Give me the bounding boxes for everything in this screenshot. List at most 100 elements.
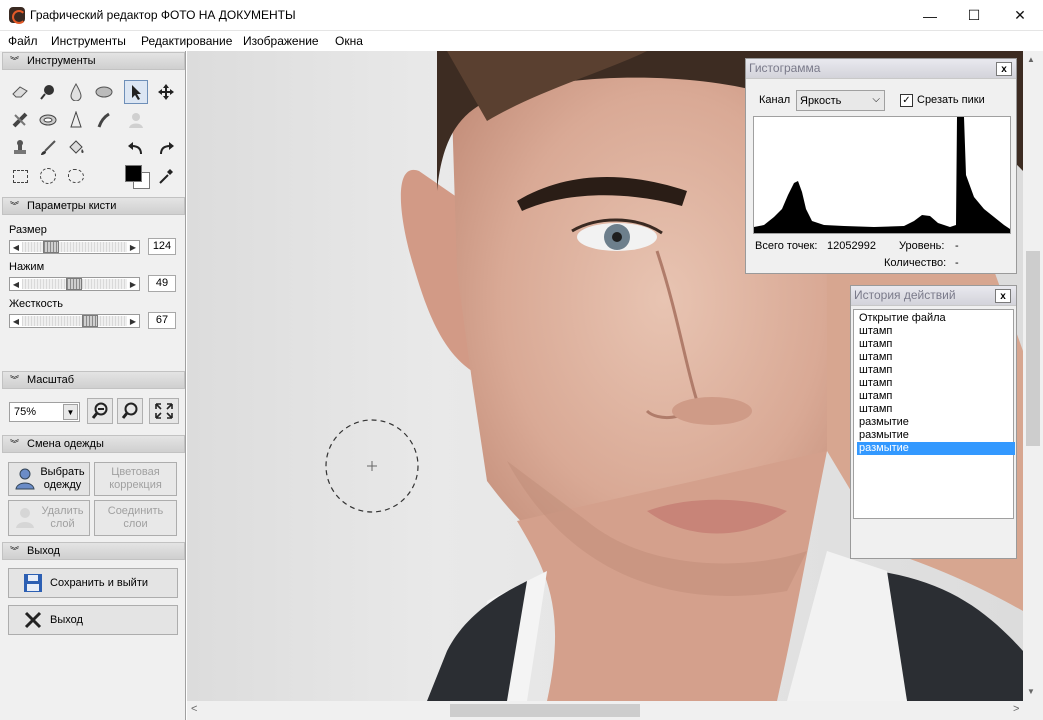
eraser-tool[interactable] — [8, 80, 32, 104]
zoom-out-icon — [91, 402, 108, 419]
scroll-up-icon[interactable]: ▲ — [1027, 55, 1035, 64]
menu-windows[interactable]: Окна — [335, 34, 363, 48]
rect-select-tool[interactable] — [8, 164, 32, 188]
healing-tool[interactable] — [8, 108, 32, 132]
smudge-tool[interactable] — [92, 108, 116, 132]
size-value[interactable]: 124 — [148, 238, 176, 255]
minimize-button[interactable]: — — [907, 0, 953, 31]
blur-tool[interactable] — [64, 80, 88, 104]
slider-left-arrow-icon[interactable]: ◀ — [10, 315, 22, 327]
delete-layer-button[interactable]: Удалить слой — [8, 500, 90, 536]
foreground-color-swatch[interactable] — [125, 165, 142, 182]
color-correction-label: Цветовая коррекция — [109, 466, 162, 491]
merge-layers-button[interactable]: Соединить слои — [94, 500, 177, 536]
redo-button[interactable] — [154, 136, 178, 160]
section-zoom-header[interactable]: ︾ Масштаб — [2, 371, 185, 389]
bandage-icon — [12, 112, 28, 128]
clip-peaks-checkbox[interactable]: ✓ — [900, 94, 913, 107]
title-bar: Графический редактор ФОТО НА ДОКУМЕНТЫ —… — [0, 0, 1043, 31]
maximize-button[interactable]: ☐ — [951, 0, 997, 31]
histogram-chart[interactable] — [753, 116, 1011, 234]
history-item[interactable]: штамп — [859, 364, 892, 377]
menu-edit[interactable]: Редактирование — [141, 34, 232, 48]
history-item[interactable]: размытие — [859, 429, 909, 442]
close-button[interactable]: ✕ — [997, 0, 1043, 31]
slider-right-arrow-icon[interactable]: ▶ — [127, 315, 139, 327]
hardness-slider[interactable]: ◀ ▶ — [9, 314, 140, 328]
history-item[interactable]: размытие — [859, 416, 909, 429]
size-slider[interactable]: ◀ ▶ — [9, 240, 140, 254]
lasso-tool[interactable] — [64, 164, 88, 188]
patch-tool[interactable] — [36, 108, 60, 132]
color-correction-button[interactable]: Цветовая коррекция — [94, 462, 177, 496]
ellipse-select-tool[interactable] — [36, 164, 60, 188]
hardness-value[interactable]: 67 — [148, 312, 176, 329]
history-title: История действий — [851, 286, 1016, 306]
history-item[interactable]: штамп — [859, 351, 892, 364]
slider-left-arrow-icon[interactable]: ◀ — [10, 278, 22, 290]
history-item[interactable]: штамп — [859, 377, 892, 390]
section-tools-header[interactable]: ︾ Инструменты — [2, 52, 185, 70]
section-tools-title: Инструменты — [27, 55, 96, 67]
sponge-tool[interactable] — [92, 80, 116, 104]
slider-right-arrow-icon[interactable]: ▶ — [127, 241, 139, 253]
horizontal-scroll-thumb[interactable] — [450, 704, 640, 717]
stamp-tool[interactable] — [8, 136, 32, 160]
slider-left-arrow-icon[interactable]: ◀ — [10, 241, 22, 253]
pressure-label: Нажим — [9, 261, 45, 273]
slider-right-arrow-icon[interactable]: ▶ — [127, 278, 139, 290]
horizontal-scrollbar[interactable]: < > — [187, 701, 1023, 720]
zoom-100-button[interactable] — [117, 398, 143, 424]
chevron-icon: ︾ — [10, 56, 20, 66]
history-item[interactable]: штамп — [859, 403, 892, 416]
history-list[interactable]: Открытие файла штамп штамп штамп штамп ш… — [853, 309, 1015, 519]
pointer-tool[interactable] — [124, 80, 148, 104]
section-clothes-header[interactable]: ︾ Смена одежды — [2, 435, 185, 453]
pressure-slider[interactable]: ◀ ▶ — [9, 277, 140, 291]
user-delete-icon — [16, 508, 34, 528]
fill-tool[interactable] — [64, 136, 88, 160]
vertical-scrollbar[interactable]: ▲ ▼ — [1023, 51, 1043, 701]
section-brush-header[interactable]: ︾ Параметры кисти — [2, 197, 185, 215]
eyedropper-tool[interactable] — [154, 164, 178, 188]
magnifier-tool[interactable] — [36, 80, 60, 104]
menu-tools[interactable]: Инструменты — [51, 34, 126, 48]
scroll-down-icon[interactable]: ▼ — [1027, 687, 1035, 696]
zoom-out-button[interactable] — [87, 398, 113, 424]
menu-file[interactable]: Файл — [8, 34, 38, 48]
fit-to-screen-button[interactable] — [149, 398, 179, 424]
sharpen-tool[interactable] — [64, 108, 88, 132]
vertical-scroll-thumb[interactable] — [1026, 251, 1040, 446]
scroll-left-icon[interactable]: < — [191, 703, 197, 715]
exit-button[interactable]: Выход — [8, 605, 178, 635]
zoom-select[interactable]: 75% ▼ — [9, 402, 80, 422]
brush-tool[interactable] — [36, 136, 60, 160]
undo-button[interactable] — [124, 136, 148, 160]
section-exit-header[interactable]: ︾ Выход — [2, 542, 185, 560]
menu-image[interactable]: Изображение — [243, 34, 319, 48]
move-tool[interactable] — [154, 80, 178, 104]
magnifier-icon — [121, 402, 138, 419]
choose-clothes-button[interactable]: Выбрать одежду — [8, 462, 90, 496]
histogram-close-button[interactable]: x — [996, 62, 1012, 76]
user-icon — [15, 468, 35, 490]
history-item[interactable]: штамп — [859, 325, 892, 338]
section-zoom-title: Масштаб — [27, 374, 75, 386]
save-and-exit-button[interactable]: Сохранить и выйти — [8, 568, 178, 598]
hardness-slider-thumb[interactable] — [81, 315, 98, 327]
history-item-selected[interactable]: размытие — [857, 442, 1015, 455]
person-tool[interactable] — [124, 108, 148, 132]
pressure-value[interactable]: 49 — [148, 275, 176, 292]
color-swatches[interactable] — [125, 165, 151, 189]
pressure-slider-thumb[interactable] — [65, 278, 82, 290]
history-item[interactable]: Открытие файла — [859, 312, 946, 325]
scroll-right-icon[interactable]: > — [1013, 703, 1019, 715]
slider-track — [22, 316, 127, 326]
channel-select[interactable]: Яркость ⌵ — [796, 90, 885, 111]
history-item[interactable]: штамп — [859, 338, 892, 351]
choose-clothes-label: Выбрать одежду — [40, 466, 85, 491]
size-slider-thumb[interactable] — [43, 241, 60, 253]
dropdown-arrow-icon[interactable]: ▼ — [63, 404, 78, 420]
history-close-button[interactable]: x — [995, 289, 1011, 303]
history-item[interactable]: штамп — [859, 390, 892, 403]
